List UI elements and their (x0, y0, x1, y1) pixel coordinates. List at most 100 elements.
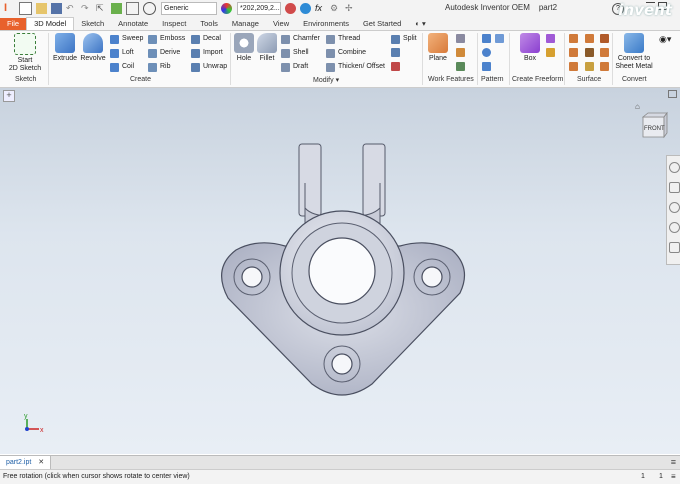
doc-tab-part2[interactable]: part2.ipt ✕ (0, 456, 52, 469)
appearance-icon[interactable] (221, 3, 232, 14)
modify-tool-2[interactable] (391, 48, 403, 57)
shell-button[interactable]: Shell (281, 48, 309, 58)
app-icon[interactable]: I (4, 3, 15, 14)
fit-mesh-button[interactable] (585, 62, 597, 71)
patch-button[interactable] (585, 34, 597, 43)
repair-button[interactable] (569, 62, 581, 71)
trim-button[interactable] (569, 48, 581, 57)
convert-to-sheet-metal-button[interactable]: Convert to Sheet Metal (614, 33, 654, 71)
viewcube[interactable]: FRONT (640, 111, 668, 139)
work-features-group-label: Work Features (428, 76, 474, 83)
extend-button[interactable] (585, 48, 597, 57)
tab-annotate[interactable]: Annotate (111, 18, 155, 30)
draft-button[interactable]: Draft (281, 62, 308, 72)
graphics-viewport[interactable]: + x y (0, 88, 680, 454)
fillet-button[interactable]: Fillet (256, 33, 278, 63)
box-button[interactable]: Box (517, 33, 543, 63)
circular-pattern-button[interactable] (482, 48, 494, 57)
sheet-metal-icon (624, 33, 644, 53)
close-tab-icon[interactable]: ✕ (38, 459, 44, 466)
update-icon[interactable] (111, 3, 122, 14)
rib-button[interactable]: Rib (148, 62, 171, 72)
tab-environments[interactable]: Environments (296, 18, 356, 30)
look-at-icon[interactable] (668, 242, 680, 253)
material-select[interactable]: Generic (161, 2, 217, 15)
steering-wheel-icon[interactable] (668, 162, 680, 173)
modify-tool-3[interactable] (391, 62, 403, 71)
mirror-button[interactable] (495, 34, 507, 43)
start-2d-sketch-button[interactable]: Start 2D Sketch (8, 33, 42, 73)
tab-view[interactable]: View (266, 18, 296, 30)
combine-label: Combine (338, 49, 367, 56)
loft-button[interactable]: Loft (110, 48, 134, 58)
start-label-2: 2D Sketch (8, 65, 42, 72)
thicken-offset-button[interactable]: Thicken/ Offset (326, 62, 385, 72)
pin-icon[interactable]: ✢ (345, 3, 356, 14)
tab-3d-model[interactable]: 3D Model (26, 17, 75, 30)
extend-icon (585, 48, 594, 57)
axis-button[interactable] (456, 34, 468, 43)
status-bar: Free rotation (click when cursor shows r… (0, 469, 680, 484)
ruled-surface-button[interactable] (600, 62, 612, 71)
extrude-button[interactable]: Extrude (52, 33, 78, 63)
tab-menu-icon[interactable]: ≡ (671, 456, 676, 469)
appearance-select[interactable]: *202,209,2... (237, 2, 281, 15)
new-icon[interactable] (19, 2, 32, 15)
import-label: Import (203, 49, 223, 56)
chamfer-button[interactable]: Chamfer (281, 34, 320, 44)
ilogic-icon[interactable]: ⚙ (330, 3, 341, 14)
measure-icon[interactable] (126, 2, 139, 15)
unwrap-button[interactable]: Unwrap (191, 62, 227, 72)
revolve-button[interactable]: Revolve (79, 33, 107, 63)
derive-button[interactable]: Derive (148, 48, 180, 58)
pan-icon[interactable] (668, 182, 680, 193)
freeform-tool-2[interactable] (546, 48, 558, 57)
tab-sketch[interactable]: Sketch (74, 18, 111, 30)
replace-face-button[interactable] (600, 48, 612, 57)
viewcube-home-icon[interactable]: ⌂ (635, 102, 640, 111)
tab-manage[interactable]: Manage (225, 18, 266, 30)
split-button[interactable]: Split (391, 34, 417, 44)
sweep-button[interactable]: Sweep (110, 34, 143, 44)
coil-button[interactable]: Coil (110, 62, 134, 72)
emboss-button[interactable]: Emboss (148, 34, 185, 44)
replace-face-icon (600, 48, 609, 57)
open-icon[interactable] (36, 3, 47, 14)
divider (509, 33, 510, 85)
undo-icon[interactable]: ↶ (66, 3, 77, 14)
orbit-icon[interactable] (668, 222, 680, 233)
derive-label: Derive (160, 49, 181, 56)
freeform-tool-1[interactable] (546, 34, 558, 43)
hole-button[interactable]: Hole (233, 33, 255, 63)
ucs-button[interactable] (456, 62, 468, 71)
ruled-surface-icon (600, 62, 609, 71)
clear-appearance-icon[interactable] (285, 3, 296, 14)
color-icon[interactable] (300, 3, 311, 14)
tab-inspect[interactable]: Inspect (155, 18, 193, 30)
combine-button[interactable]: Combine (326, 48, 366, 58)
save-icon[interactable] (51, 3, 62, 14)
cancel-icon[interactable] (143, 2, 156, 15)
stitch-button[interactable] (569, 34, 581, 43)
redo-icon[interactable]: ↷ (81, 3, 92, 14)
status-menu-icon[interactable]: ≡ (671, 470, 676, 484)
rectangular-pattern-button[interactable] (482, 34, 494, 43)
part-model[interactable]: x y (0, 88, 680, 454)
tab-tools[interactable]: Tools (193, 18, 225, 30)
sketch-pattern-button[interactable] (482, 62, 494, 71)
fx-icon[interactable]: fx (315, 3, 326, 14)
tab-file[interactable]: File (0, 18, 27, 30)
thread-button[interactable]: Thread (326, 34, 360, 44)
point-button[interactable] (456, 48, 468, 57)
ribbon-expand-button[interactable]: ◉▾ (659, 34, 671, 44)
unwrap-icon (191, 62, 200, 72)
zoom-icon[interactable] (668, 202, 680, 213)
ribbon-options-icon[interactable]: ◐ ▾ (408, 18, 432, 30)
sculpt-button[interactable] (600, 34, 612, 43)
plane-button[interactable]: Plane (425, 33, 451, 63)
tab-get-started[interactable]: Get Started (356, 18, 408, 30)
import-button[interactable]: Import (191, 48, 223, 58)
select-icon[interactable]: ⇱ (96, 3, 107, 14)
decal-button[interactable]: Decal (191, 34, 221, 44)
direct-edit-icon (391, 62, 400, 71)
